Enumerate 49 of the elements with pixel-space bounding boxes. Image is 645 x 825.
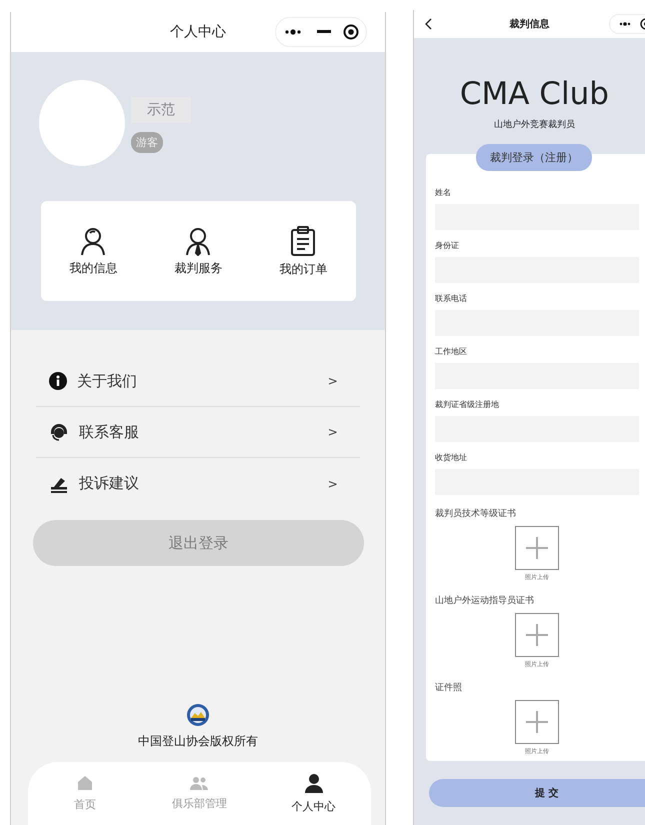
- brand-title: CMA Club: [458, 76, 609, 112]
- info-icon: [49, 372, 67, 390]
- upload-button[interactable]: [514, 700, 559, 744]
- field-label: 姓名: [434, 187, 452, 198]
- field-label: 裁判证省级注册地: [434, 399, 500, 410]
- upload-label: 证件照: [434, 682, 463, 694]
- login-tab[interactable]: 裁判登录（注册）: [476, 144, 592, 171]
- more-icon[interactable]: [618, 21, 632, 27]
- shortcut-button[interactable]: 我的信息: [69, 226, 118, 276]
- submit-button[interactable]: 提 交: [428, 779, 645, 807]
- field-label: 联系电话: [434, 293, 468, 304]
- copyright-text: 中国登山协会版权所有: [138, 733, 258, 750]
- menu-label: 联系客服: [79, 422, 140, 442]
- upload-button[interactable]: [514, 526, 559, 570]
- user-icon: [304, 773, 323, 793]
- people-icon: [189, 776, 210, 790]
- field-label: 身份证: [434, 240, 460, 251]
- menu-arrow: >: [328, 425, 338, 439]
- target-icon[interactable]: [343, 24, 360, 40]
- menu-item[interactable]: 投诉建议 >: [36, 458, 360, 509]
- menu-item[interactable]: 关于我们 >: [36, 356, 360, 407]
- menu-label: 投诉建议: [79, 474, 140, 493]
- tab[interactable]: 个人中心: [264, 762, 364, 825]
- capsule-menu[interactable]: [274, 17, 367, 47]
- page-title: 裁判信息: [509, 18, 550, 31]
- back-icon[interactable]: [424, 18, 432, 30]
- menu-arrow: >: [328, 374, 338, 388]
- minimize-icon[interactable]: [316, 30, 331, 34]
- user-name: 示范: [131, 97, 191, 123]
- upload-label: 裁判员技术等级证书: [434, 508, 517, 520]
- plus-icon: [526, 711, 548, 733]
- mountain-logo-icon: [186, 703, 210, 727]
- upload-label: 山地户外运动指导员证书: [434, 594, 535, 607]
- plus-icon: [526, 624, 548, 646]
- plus-icon: [526, 537, 548, 559]
- home-icon: [77, 775, 94, 791]
- page-title: 个人中心: [170, 23, 226, 41]
- upload-button[interactable]: [514, 613, 559, 657]
- role-badge: 游客: [131, 132, 163, 153]
- menu-label: 关于我们: [77, 372, 138, 390]
- field-label: 工作地区: [434, 346, 468, 357]
- field-label: 收货地址: [434, 452, 468, 463]
- shortcut-button[interactable]: 裁判服务: [174, 226, 222, 276]
- menu-arrow: >: [328, 476, 338, 490]
- brand-subtitle: 山地户外竞赛裁判员: [492, 118, 575, 131]
- clipboard-icon: [289, 224, 318, 256]
- menu-item[interactable]: 联系客服 >: [36, 407, 360, 458]
- headset-icon: [49, 423, 69, 441]
- shortcut-button[interactable]: 我的订单: [279, 224, 328, 278]
